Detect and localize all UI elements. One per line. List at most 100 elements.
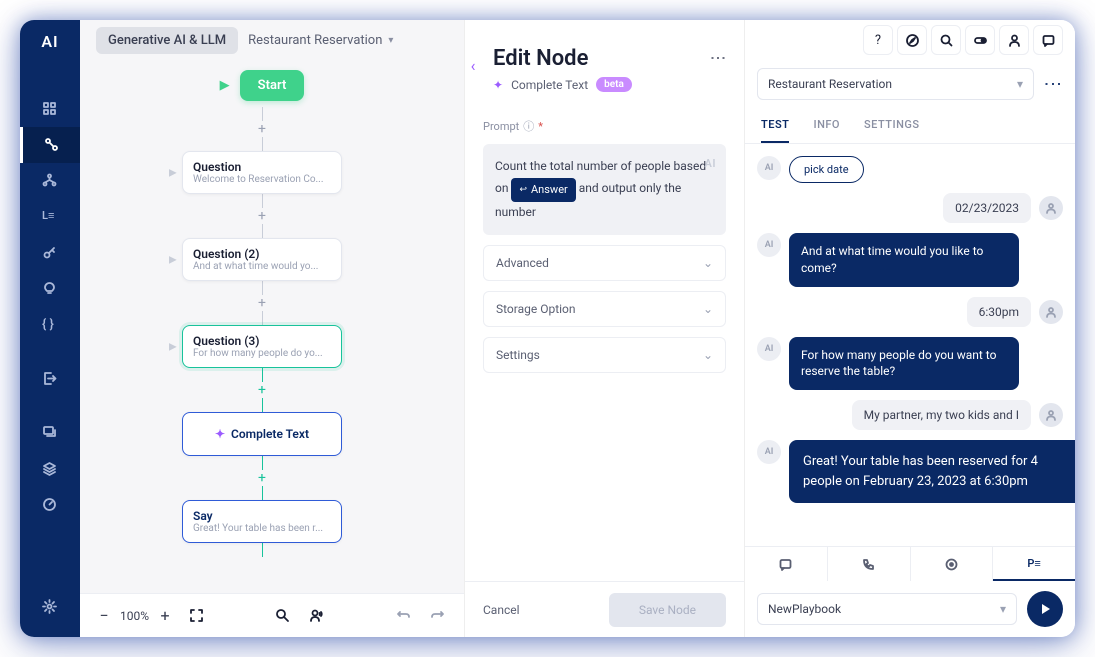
- quick-reply-pill[interactable]: pick date: [789, 156, 864, 183]
- account-button[interactable]: [999, 25, 1029, 55]
- add-node-button[interactable]: +: [254, 382, 270, 398]
- connector-icon: [44, 137, 60, 153]
- back-button[interactable]: ‹: [463, 56, 483, 75]
- prompt-input[interactable]: AI Count the total number of people base…: [483, 144, 726, 235]
- test-menu-button[interactable]: ⋮: [1042, 75, 1063, 93]
- user-icon: [1045, 306, 1057, 318]
- chat-icon: [1041, 33, 1056, 48]
- ai-message: And at what time would you like to come?: [789, 233, 1019, 287]
- prompt-label: Prompt ⓘ *: [483, 118, 726, 134]
- tab-settings[interactable]: SETTINGS: [864, 108, 920, 143]
- mode-voice[interactable]: [828, 547, 911, 581]
- help-button[interactable]: ?: [863, 25, 893, 55]
- playbook-selector[interactable]: NewPlaybook▾: [757, 593, 1017, 625]
- nav-export[interactable]: [20, 361, 80, 397]
- node-subtitle: Great! Your table has been r...: [193, 523, 331, 534]
- grid-icon: [42, 101, 58, 117]
- test-panel: ? Restaurant Reservation▾ ⋮ TEST INFO SE…: [745, 20, 1075, 637]
- cancel-button[interactable]: Cancel: [483, 603, 520, 617]
- nav-idea[interactable]: [20, 271, 80, 307]
- voice-button[interactable]: [306, 605, 328, 627]
- user-icon: [1045, 202, 1057, 214]
- node-complete-text[interactable]: ✦Complete Text: [182, 412, 342, 456]
- add-node-button[interactable]: +: [254, 470, 270, 486]
- variable-token[interactable]: ↩Answer: [511, 178, 575, 202]
- chat-transcript[interactable]: AI pick date 02/23/2023 AI And at what t…: [745, 144, 1075, 546]
- tab-info[interactable]: INFO: [813, 108, 840, 143]
- section-settings[interactable]: Settings⌄: [483, 337, 726, 373]
- mode-chat[interactable]: [745, 547, 828, 581]
- user-message: 02/23/2023: [943, 193, 1031, 223]
- save-node-button: Save Node: [609, 593, 726, 627]
- section-storage[interactable]: Storage Option⌄: [483, 291, 726, 327]
- nav-layers[interactable]: [20, 451, 80, 487]
- nav-analytics[interactable]: [20, 487, 80, 523]
- chats-icon: [42, 425, 58, 441]
- info-icon: ⓘ: [523, 118, 534, 134]
- nav-dashboard[interactable]: [20, 91, 80, 127]
- panel-menu-button[interactable]: ⋮: [709, 50, 728, 67]
- redo-icon: [430, 608, 445, 623]
- messages-button[interactable]: [1033, 25, 1063, 55]
- zoom-in-button[interactable]: +: [157, 606, 173, 625]
- logo: AI: [41, 32, 58, 51]
- add-node-button[interactable]: +: [254, 295, 270, 311]
- zoom-out-button[interactable]: −: [96, 606, 112, 625]
- node-question-3[interactable]: ▶ Question (3) For how many people do yo…: [182, 325, 342, 368]
- run-playbook-button[interactable]: [1027, 591, 1063, 627]
- redo-button[interactable]: [426, 605, 448, 627]
- node-say[interactable]: Say Great! Your table has been r...: [182, 500, 342, 543]
- edit-body: Prompt ⓘ * AI Count the total number of …: [465, 102, 744, 581]
- nav-flows[interactable]: [20, 127, 80, 163]
- mode-playbook[interactable]: P≡: [993, 547, 1075, 581]
- panel-title: Edit Node: [483, 46, 726, 71]
- chevron-down-icon: ▾: [1017, 77, 1023, 91]
- bot-selector[interactable]: Restaurant Reservation▾: [757, 68, 1034, 100]
- chevron-down-icon: ⌄: [703, 256, 713, 270]
- handle-icon: ▶: [169, 254, 177, 265]
- nav-users[interactable]: [20, 163, 80, 199]
- ai-avatar: AI: [757, 233, 781, 257]
- nav-chat[interactable]: [20, 415, 80, 451]
- edit-footer: Cancel Save Node: [465, 581, 744, 637]
- toggle-button[interactable]: [965, 25, 995, 55]
- start-node[interactable]: Start: [240, 70, 305, 101]
- explore-button[interactable]: [897, 25, 927, 55]
- section-advanced[interactable]: Advanced⌄: [483, 245, 726, 281]
- category-chip[interactable]: Generative AI & LLM: [96, 27, 238, 54]
- fullscreen-icon: [189, 608, 204, 623]
- search-icon: [275, 608, 290, 623]
- nav-code[interactable]: { }: [20, 307, 80, 343]
- edit-node-panel: ‹ Edit Node ✦ Complete Text beta ⋮ Promp…: [465, 20, 745, 637]
- target-icon: [944, 557, 959, 572]
- nav-key[interactable]: [20, 235, 80, 271]
- ai-avatar: AI: [757, 337, 781, 361]
- node-type-label: Complete Text: [511, 78, 588, 92]
- fit-screen-button[interactable]: [185, 605, 207, 627]
- search-canvas-button[interactable]: [272, 605, 294, 627]
- tab-test[interactable]: TEST: [761, 108, 789, 143]
- nav-settings[interactable]: [20, 589, 80, 625]
- gear-icon: [42, 599, 58, 615]
- add-node-button[interactable]: +: [254, 121, 270, 137]
- chevron-down-icon: ⌄: [703, 348, 713, 362]
- node-subtitle: Welcome to Reservation Co...: [193, 174, 331, 185]
- undo-button[interactable]: [392, 605, 414, 627]
- node-title: Question (2): [193, 247, 331, 261]
- chevron-down-icon: ⌄: [703, 302, 713, 316]
- edit-header: ‹ Edit Node ✦ Complete Text beta ⋮: [465, 20, 744, 102]
- node-question-2[interactable]: ▶ Question (2) And at what time would yo…: [182, 238, 342, 281]
- node-question-1[interactable]: ▶ Question Welcome to Reservation Co...: [182, 151, 342, 194]
- handle-icon: ▶: [169, 341, 177, 352]
- add-node-button[interactable]: +: [254, 208, 270, 224]
- flow-canvas[interactable]: ▶ Start + ▶ Question Welcome to Reservat…: [80, 60, 464, 593]
- breadcrumb-label: Restaurant Reservation: [248, 33, 382, 48]
- mode-record[interactable]: [911, 547, 994, 581]
- user-message: 6:30pm: [967, 297, 1031, 327]
- user-icon: [1045, 409, 1057, 421]
- breadcrumb[interactable]: Restaurant Reservation▾: [248, 33, 393, 48]
- play-icon: ▶: [220, 78, 230, 93]
- nav-lexicon[interactable]: L≡: [20, 199, 80, 235]
- search-button[interactable]: [931, 25, 961, 55]
- toggle-icon: [973, 33, 988, 48]
